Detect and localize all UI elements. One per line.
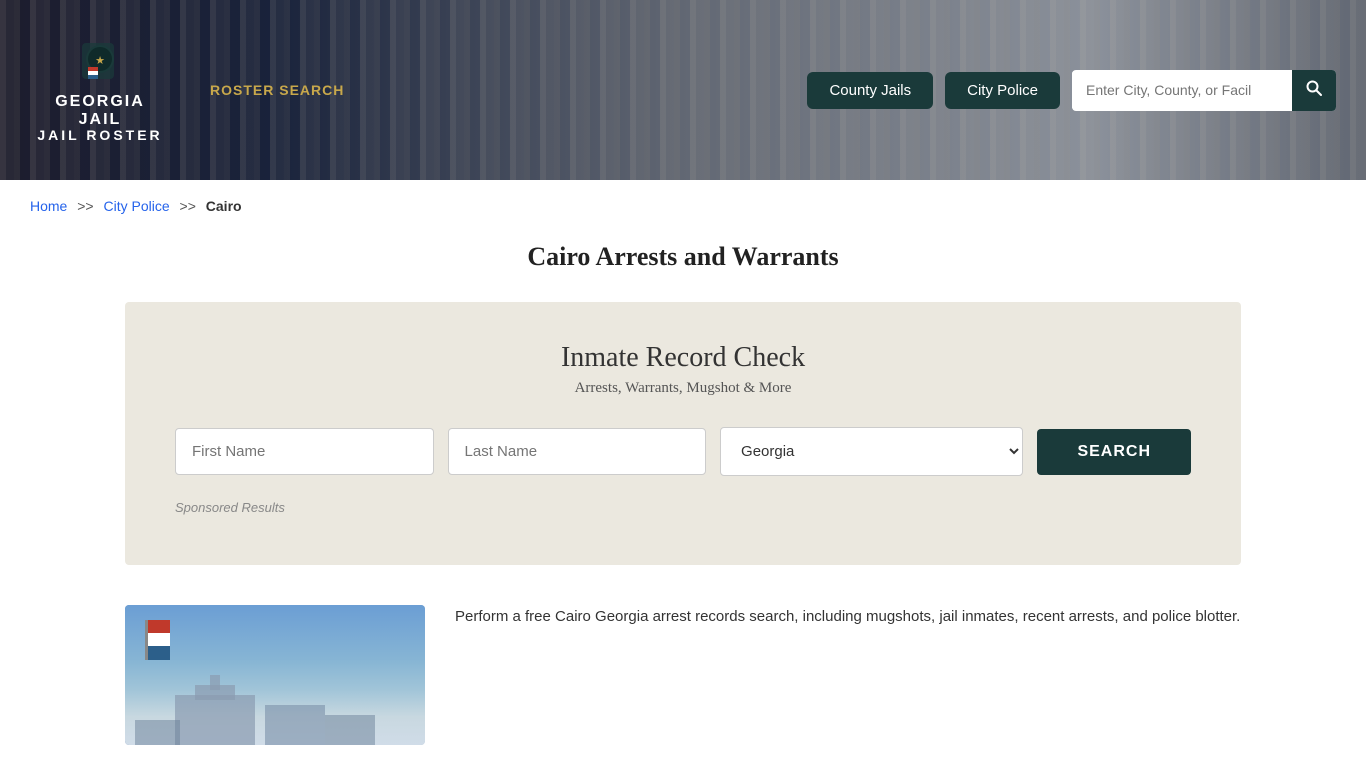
breadcrumb: Home >> City Police >> Cairo [0, 180, 1366, 232]
page-title: Cairo Arrests and Warrants [30, 242, 1336, 272]
cairo-image-inner [125, 605, 425, 745]
header-nav-right: County Jails City Police [807, 70, 1336, 111]
breadcrumb-current: Cairo [206, 198, 242, 214]
inmate-record-box: Inmate Record Check Arrests, Warrants, M… [125, 302, 1241, 565]
record-search-form: AlabamaAlaskaArizonaArkansasCaliforniaCo… [175, 427, 1191, 476]
flag-shape [145, 620, 173, 660]
site-header: ★ GEORGIA JAIL JAIL ROSTER ROSTER SEARCH… [0, 0, 1366, 180]
header-search-bar [1072, 70, 1336, 111]
header-search-button[interactable] [1292, 70, 1336, 111]
breadcrumb-home[interactable]: Home [30, 198, 67, 214]
record-box-subtitle: Arrests, Warrants, Mugshot & More [175, 380, 1191, 397]
header-search-input[interactable] [1072, 72, 1292, 108]
flag-white [148, 633, 170, 646]
search-icon [1306, 80, 1322, 96]
building-silhouette [125, 675, 425, 745]
breadcrumb-city-police[interactable]: City Police [104, 198, 170, 214]
bottom-description: Perform a free Cairo Georgia arrest reco… [455, 605, 1241, 629]
record-box-title: Inmate Record Check [175, 342, 1191, 374]
cairo-image [125, 605, 425, 745]
logo-georgia: GEORGIA [55, 93, 145, 111]
breadcrumb-sep2: >> [180, 198, 196, 214]
state-select[interactable]: AlabamaAlaskaArizonaArkansasCaliforniaCo… [720, 427, 1023, 476]
logo-area[interactable]: ★ GEORGIA JAIL JAIL ROSTER [30, 37, 170, 143]
svg-text:★: ★ [95, 55, 105, 67]
flag-blue [148, 646, 170, 660]
header-content: ★ GEORGIA JAIL JAIL ROSTER ROSTER SEARCH… [0, 0, 1366, 180]
bottom-section: Perform a free Cairo Georgia arrest reco… [0, 595, 1366, 775]
record-search-button[interactable]: SEARCH [1037, 429, 1191, 475]
georgia-state-logo: ★ [74, 37, 126, 89]
roster-search-link[interactable]: ROSTER SEARCH [210, 82, 344, 98]
last-name-input[interactable] [448, 428, 707, 475]
county-jails-button[interactable]: County Jails [807, 72, 933, 109]
first-name-input[interactable] [175, 428, 434, 475]
sponsored-label: Sponsored Results [175, 500, 1191, 515]
flag-red [148, 620, 170, 633]
breadcrumb-sep1: >> [77, 198, 93, 214]
page-title-area: Cairo Arrests and Warrants [0, 232, 1366, 302]
city-police-button[interactable]: City Police [945, 72, 1060, 109]
logo-roster: JAIL ROSTER [37, 127, 162, 143]
